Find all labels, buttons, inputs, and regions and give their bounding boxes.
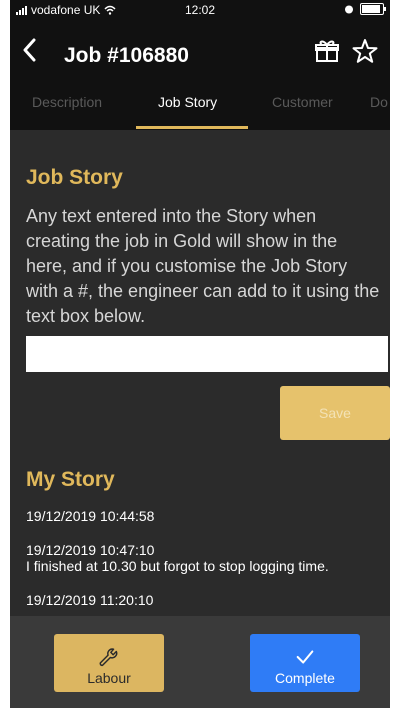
story-input[interactable] [26, 336, 388, 372]
my-story-heading: My Story [26, 468, 115, 491]
entry-text: I finished at 10.30 but forgot to stop l… [26, 558, 329, 574]
job-story-text: Any text entered into the Story when cre… [26, 206, 380, 326]
entry-timestamp: 19/12/2019 10:47:10 [26, 542, 155, 558]
active-tab-indicator [136, 126, 248, 129]
tab-bar: Description Job Story Customer Do [10, 80, 390, 130]
main-content: Job Story Any text entered into the Stor… [10, 130, 390, 616]
back-button[interactable] [22, 34, 36, 68]
chevron-left-icon [23, 38, 36, 62]
list-item: 19/12/2019 11:20:10 [26, 592, 376, 608]
battery-icon [360, 3, 386, 15]
labour-button[interactable]: Labour [54, 634, 164, 692]
tab-customer[interactable]: Customer [272, 94, 333, 110]
page-title: Job #106880 [64, 44, 189, 67]
status-right [344, 3, 386, 15]
job-story-heading: Job Story [26, 166, 123, 189]
clock-label: 12:02 [184, 3, 216, 17]
complete-label: Complete [275, 670, 335, 686]
labour-label: Labour [87, 670, 131, 686]
status-bar: vodafone UK 12:02 [10, 0, 390, 20]
gift-icon[interactable] [314, 38, 340, 64]
entry-timestamp: 19/12/2019 10:44:58 [26, 508, 155, 524]
signal-icon [16, 5, 27, 15]
checkmark-icon [296, 650, 314, 664]
list-item: 19/12/2019 10:44:58 [26, 508, 376, 524]
tab-job-story[interactable]: Job Story [158, 94, 217, 110]
wifi-icon [104, 5, 116, 15]
top-bar: vodafone UK 12:02 Job #106880 Descriptio… [10, 0, 390, 130]
carrier-label: vodafone UK [31, 3, 101, 17]
complete-button[interactable]: Complete [250, 634, 360, 692]
alarm-icon [345, 5, 353, 14]
tab-description[interactable]: Description [32, 94, 102, 110]
list-item: 19/12/2019 10:47:10 I finished at 10.30 … [26, 542, 376, 574]
header-actions [314, 38, 378, 64]
status-left: vodafone UK [16, 3, 116, 17]
app-frame: vodafone UK 12:02 Job #106880 Descriptio… [10, 0, 390, 708]
story-entries: 19/12/2019 10:44:58 19/12/2019 10:47:10 … [26, 508, 376, 626]
entry-timestamp: 19/12/2019 11:20:10 [26, 592, 154, 608]
save-button[interactable]: Save [280, 386, 390, 440]
star-icon[interactable] [352, 38, 378, 64]
header: Job #106880 [10, 28, 390, 74]
tab-documents[interactable]: Do [370, 94, 388, 110]
bottom-action-bar: Labour Complete [10, 616, 390, 708]
wrench-icon [99, 648, 118, 667]
